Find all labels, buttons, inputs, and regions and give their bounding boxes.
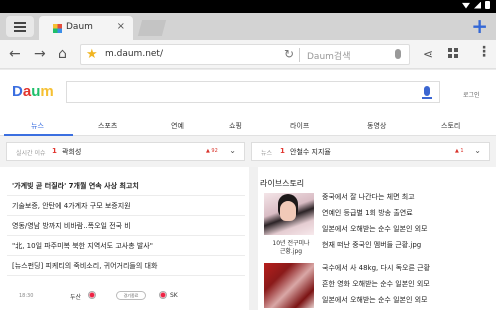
browser-tab[interactable]: Daum × [39, 16, 133, 40]
story-link[interactable]: 일본에서 오해받는 순수 일본인 외모 [322, 295, 428, 305]
section-tabs: 뉴스 스포츠 연예 쇼핑 라이프 동영상 스토리 [0, 116, 496, 136]
column-divider [249, 167, 258, 310]
story-link[interactable]: 연예인 등급별 1회 방송 출연료 [322, 208, 413, 218]
tab-entertainment[interactable]: 연예 [171, 121, 184, 131]
battery-icon [485, 1, 490, 9]
story-thumbnail[interactable] [264, 263, 314, 308]
wifi-icon [462, 2, 470, 9]
system-status-bar [0, 0, 496, 13]
search-mic-icon[interactable] [422, 86, 432, 99]
tab-close-icon[interactable]: × [117, 21, 125, 32]
tab-sports[interactable]: 스포츠 [98, 121, 117, 131]
row-divider [7, 235, 245, 236]
issue-category: 뉴스 [261, 150, 273, 157]
team-away: SK [170, 292, 178, 299]
issue-keyword: 안철수 지지율 [290, 148, 331, 156]
issue-delta: ▲ 1 [455, 148, 464, 154]
story-link[interactable]: 현재 떠난 중국인 멤버들 근황.jpg [322, 240, 421, 250]
reload-icon[interactable]: ↻ [284, 47, 294, 61]
row-divider [7, 255, 245, 256]
chevron-down-icon[interactable]: ⌄ [229, 146, 236, 155]
story-link[interactable]: 중국에서 잘 나간다는 체면 최고 [322, 192, 415, 202]
row-divider [7, 275, 245, 276]
url-text[interactable]: m.daum.net/ [105, 49, 163, 59]
new-tab-plus-icon[interactable]: + [471, 14, 488, 38]
overflow-menu-icon[interactable]: ⋮ [477, 45, 491, 59]
headline-item[interactable]: '가계빚 곧 터질라' 7개월 연속 사상 최고치 [12, 181, 139, 191]
game-status-badge: 경기종료 [116, 291, 146, 300]
address-search-placeholder[interactable]: Daum검색 [307, 49, 350, 62]
live-story-section: 라이브스토리 10년 전구미나 근황.jpg 중국에서 잘 나간다는 체면 최고… [258, 167, 496, 310]
back-icon[interactable]: ← [9, 46, 21, 62]
realtime-issue-box[interactable]: 실시간 이슈 1 곽희성 ▲ 92 ⌄ [6, 142, 245, 161]
news-issue-box[interactable]: 뉴스 1 안철수 지지율 ▲ 1 ⌄ [251, 142, 490, 161]
address-divider [299, 48, 300, 62]
headline-list: '가계빚 곧 터질라' 7개월 연속 사상 최고치 기술보증, 안탄에 4가계자… [0, 167, 249, 310]
story-link[interactable]: 일본에서 오해받는 순수 일본인 외모 [322, 224, 428, 234]
row-divider [7, 215, 245, 216]
headline-item[interactable]: "北, 10일 파주미복 북한 지역서도 고사총 발사" [12, 241, 153, 251]
tab-title: Daum [66, 22, 93, 32]
apps-grid-icon[interactable] [448, 48, 458, 58]
sports-score-widget[interactable]: 18:30 두산 경기종료 SK [0, 280, 249, 310]
headline-item[interactable]: [뉴스펀딩] 피케티의 죽비소리, 귀어거리들의 대화 [12, 261, 157, 271]
voice-search-icon[interactable] [395, 49, 401, 59]
search-input[interactable] [66, 81, 440, 103]
headline-item[interactable]: 영동/영남 방까지 비바람..폭오일 전국 비 [12, 221, 131, 231]
daum-logo[interactable]: Daum [12, 83, 54, 100]
signal-icon [474, 1, 481, 9]
issue-category: 실시간 이슈 [16, 150, 46, 157]
daum-favicon-icon [53, 24, 62, 33]
story-link[interactable]: 흔한 영화 오해받는 순수 일본인 외모 [322, 279, 430, 289]
login-link[interactable]: 로그인 [463, 90, 480, 99]
issue-rank: 1 [280, 147, 285, 155]
tab-strip: Daum × + [0, 13, 496, 40]
issue-keyword: 곽희성 [62, 148, 82, 156]
live-story-title: 라이브스토리 [260, 179, 305, 188]
issue-rank: 1 [52, 147, 57, 155]
forward-icon[interactable]: → [34, 46, 46, 62]
story-thumbnail[interactable] [264, 193, 314, 235]
new-tab-button[interactable] [137, 20, 167, 36]
game-time: 18:30 [19, 293, 34, 299]
thumbnail-caption[interactable]: 근황.jpg [264, 246, 318, 255]
tab-video[interactable]: 동영상 [367, 121, 386, 131]
headline-item[interactable]: 기술보증, 안탄에 4가계자 구모 보증지원 [12, 201, 131, 211]
chevron-down-icon[interactable]: ⌄ [474, 146, 481, 155]
tab-story[interactable]: 스토리 [441, 121, 460, 131]
bookmark-star-icon[interactable]: ★ [86, 47, 98, 62]
issue-delta: ▲ 92 [206, 148, 218, 154]
issue-bar: 실시간 이슈 1 곽희성 ▲ 92 ⌄ 뉴스 1 안철수 지지율 ▲ 1 ⌄ [0, 136, 496, 167]
tab-life[interactable]: 라이프 [290, 121, 309, 131]
address-bar[interactable]: ★ m.daum.net/ ↻ Daum검색 [80, 44, 410, 65]
team-home: 두산 [70, 294, 82, 301]
web-page: Daum 로그인 뉴스 스포츠 연예 쇼핑 라이프 동영상 스토리 실시간 이슈… [0, 70, 496, 310]
story-link[interactable]: 국수에서 사 48kg, 다시 독오른 근황 [322, 263, 430, 273]
team-home-logo-icon [88, 291, 96, 299]
tab-switcher-button[interactable] [6, 16, 34, 37]
tab-news[interactable]: 뉴스 [31, 121, 44, 131]
browser-toolbar: ← → ⌂ ★ m.daum.net/ ↻ Daum검색 ⋖ ⋮ [0, 40, 496, 69]
home-icon[interactable]: ⌂ [58, 46, 67, 62]
row-divider [7, 195, 245, 196]
team-away-logo-icon [159, 291, 167, 299]
logo-text: Daum [12, 83, 54, 100]
share-icon[interactable]: ⋖ [423, 47, 433, 61]
tab-shopping[interactable]: 쇼핑 [229, 121, 242, 131]
